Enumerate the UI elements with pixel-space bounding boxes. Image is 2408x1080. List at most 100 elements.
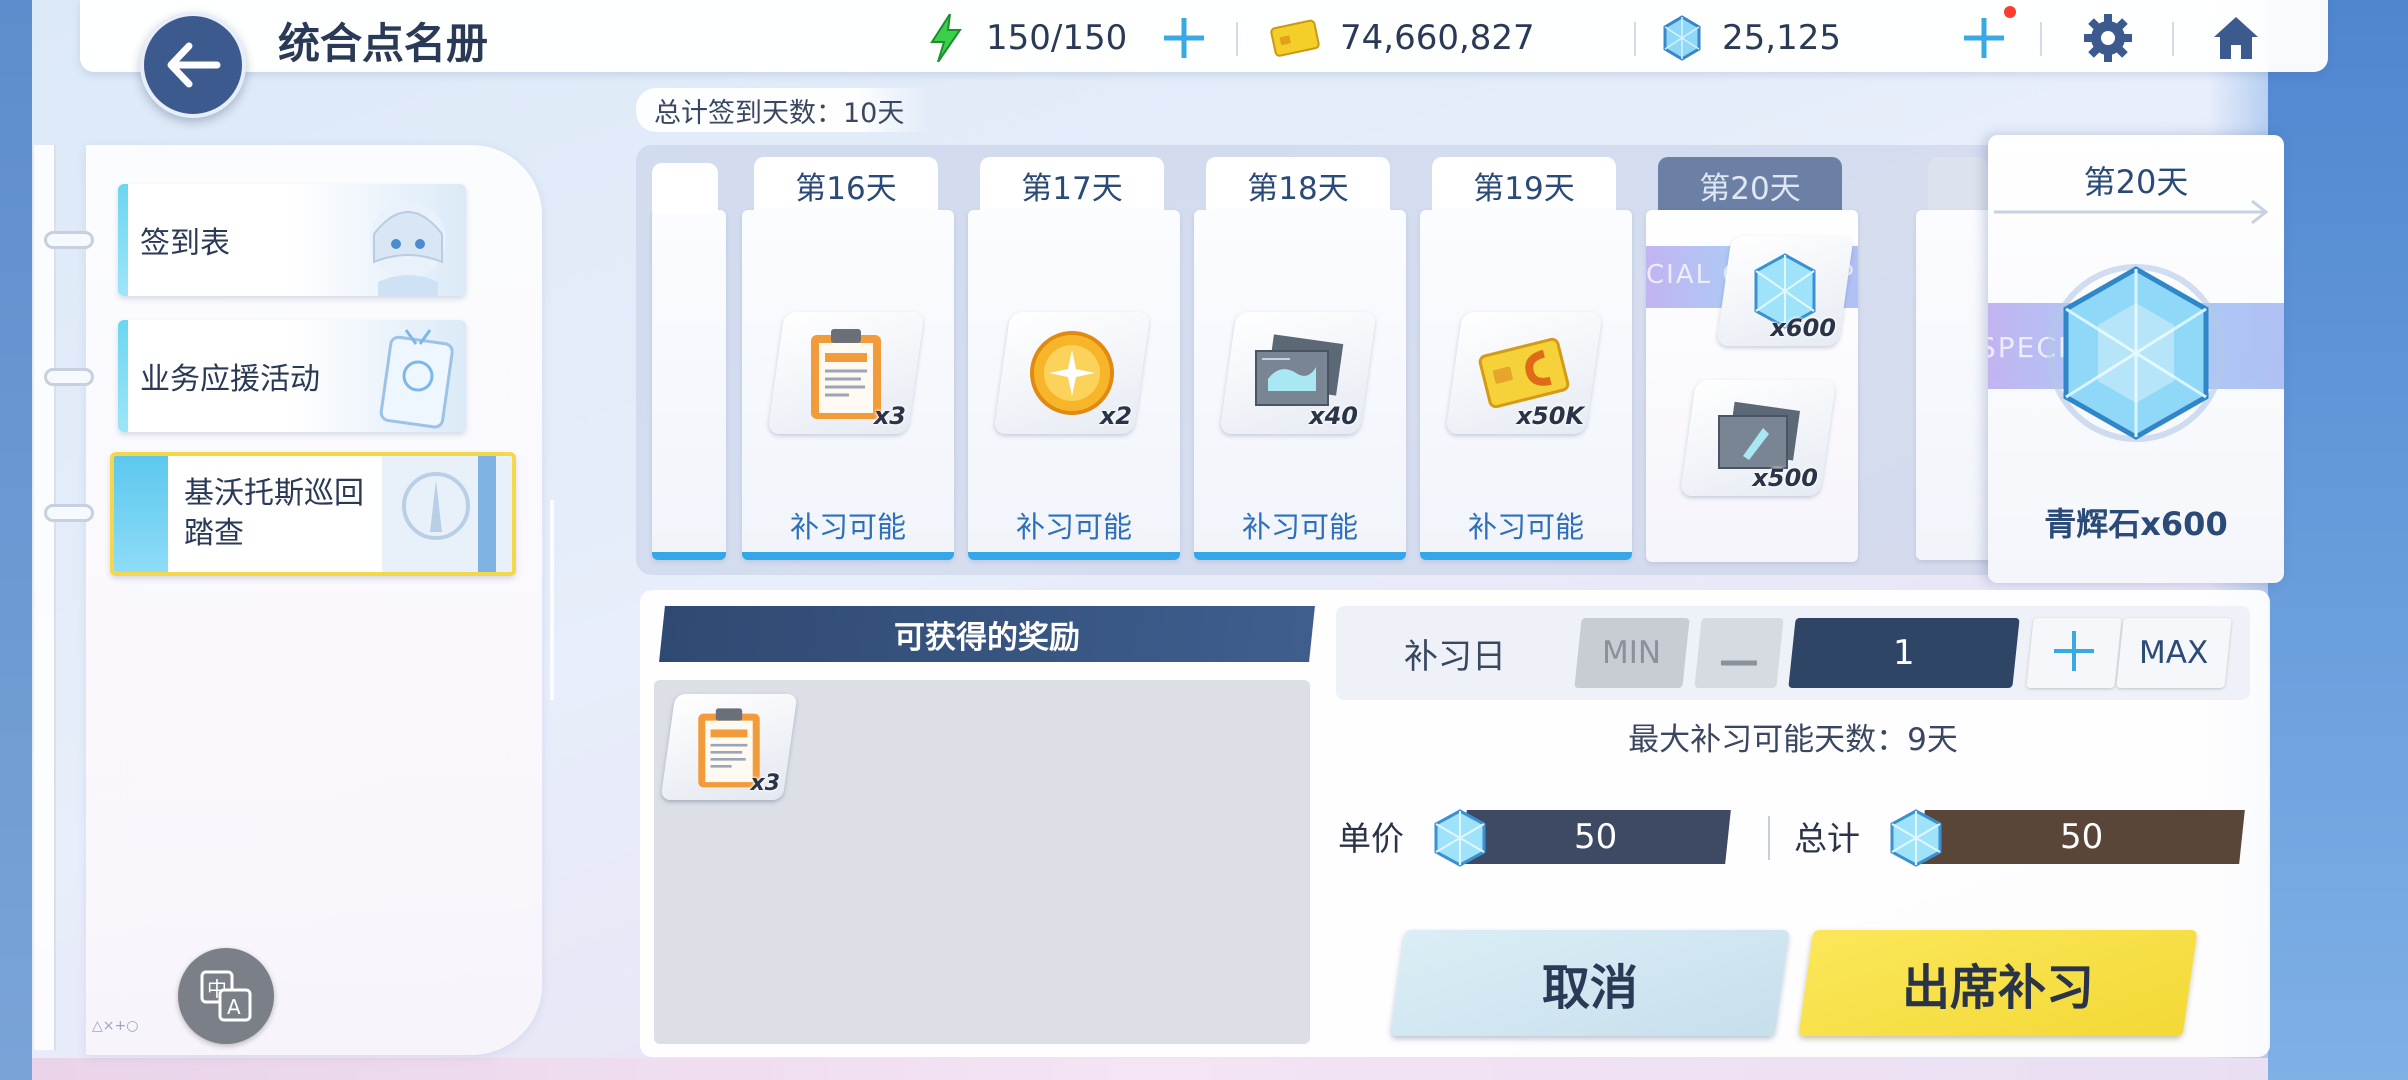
rewards-header: 可获得的奖励 xyxy=(659,606,1315,662)
attend-makeup-label: 出席补习 xyxy=(1901,960,2094,1016)
max-makeup-days: 最大补习可能天数：9天 xyxy=(1628,722,1958,758)
progress-bar xyxy=(652,552,726,560)
total-price-value: 50 xyxy=(2060,817,2104,857)
translate-button[interactable]: 中 A xyxy=(178,948,274,1044)
settings-button[interactable] xyxy=(2078,8,2138,68)
max-button[interactable]: MAX xyxy=(2116,618,2232,688)
notification-dot xyxy=(2004,6,2016,18)
day-card-partial[interactable] xyxy=(652,210,726,560)
day-card[interactable]: x50K 补习可能 xyxy=(1420,210,1632,560)
total-price-label: 总计 xyxy=(1794,819,1860,858)
ap-counter: 150/150 xyxy=(924,14,1127,62)
increment-button[interactable] xyxy=(2026,618,2122,688)
reward-quantity: x500 xyxy=(1752,464,1818,492)
reward-tile: x2 xyxy=(993,312,1151,434)
bottom-decoration xyxy=(32,1058,2268,1080)
makeup-available-label: 补习可能 xyxy=(1015,510,1132,544)
progress-bar xyxy=(968,552,1180,560)
reward-tile: x3 xyxy=(767,312,925,434)
reward-quantity: x2 xyxy=(1099,402,1132,430)
separator xyxy=(1768,816,1770,860)
credit-card-icon xyxy=(1478,337,1570,409)
mini-logo: △×+○ xyxy=(92,1018,139,1034)
plus-icon xyxy=(2054,631,2094,671)
tower-emblem-icon xyxy=(382,456,512,572)
day-tab-partial xyxy=(1928,157,1988,213)
makeup-day-value: 1 xyxy=(1893,633,1915,673)
day-tab: 第17天 xyxy=(980,157,1164,213)
day-tab: 第19天 xyxy=(1432,157,1616,213)
add-ap-button[interactable] xyxy=(1156,12,1212,64)
minus-icon xyxy=(1721,660,1757,665)
arrow-left-icon xyxy=(167,42,221,88)
day-tab: 第18天 xyxy=(1206,157,1390,213)
attendance-days-strip[interactable]: 第16天 x3 补习可能 第17天 x2 补习可能 第18天 x40 补习可能 … xyxy=(636,145,2006,575)
total-price-bar: 50 xyxy=(1919,810,2245,864)
featured-reward-name: 青辉石x600 xyxy=(2044,505,2228,543)
reward-tile: x600 xyxy=(1716,236,1854,346)
reward-tile: x40 xyxy=(1219,312,1377,434)
cancel-label: 取消 xyxy=(1541,960,1638,1016)
decrement-button[interactable] xyxy=(1694,618,1784,688)
day-card[interactable]: x2 补习可能 xyxy=(968,210,1180,560)
right-border-decoration xyxy=(2208,0,2408,1080)
home-button[interactable] xyxy=(2206,8,2266,68)
pyroxene-value: 25,125 xyxy=(1722,18,1841,58)
cancel-button[interactable]: 取消 xyxy=(1390,930,1790,1036)
day-tab: 第16天 xyxy=(754,157,938,213)
plus-icon xyxy=(1964,18,2004,58)
makeup-available-label: 补习可能 xyxy=(1467,510,1584,544)
total-attendance-days: 总计签到天数：10天 xyxy=(636,88,931,132)
credit-card-icon xyxy=(1270,16,1322,60)
progress-bar xyxy=(1194,552,1406,560)
reward-quantity: x600 xyxy=(1770,314,1836,342)
reward-quantity: x50K xyxy=(1516,402,1584,430)
gear-icon xyxy=(2084,14,2132,62)
reward-item[interactable]: x3 xyxy=(660,694,798,800)
pyroxene-gem-icon xyxy=(1890,809,1942,867)
progress-bar xyxy=(1420,552,1632,560)
left-border-decoration xyxy=(0,0,32,1080)
makeup-available-label: 补习可能 xyxy=(789,510,906,544)
credits-value: 74,660,827 xyxy=(1340,18,1535,58)
attend-makeup-button[interactable]: 出席补习 xyxy=(1798,930,2198,1036)
credits-counter: 74,660,827 xyxy=(1270,16,1535,60)
add-pyroxene-button[interactable] xyxy=(1956,12,2012,64)
back-button[interactable] xyxy=(140,12,246,118)
plus-icon xyxy=(1164,18,1204,58)
sidebar-item-support-event[interactable]: 业务应援活动 xyxy=(118,320,466,432)
unit-price-label: 单价 xyxy=(1338,819,1404,858)
binder-ring xyxy=(44,368,94,386)
makeup-day-input[interactable]: 1 xyxy=(1788,618,2020,688)
day-tab-partial xyxy=(652,163,718,213)
sidebar-item-kivotos-tour[interactable]: 基沃托斯巡回踏查 xyxy=(110,452,516,576)
page-title: 统合点名册 xyxy=(278,19,489,68)
blueprint-icon xyxy=(1255,334,1344,406)
sidebar-item-label: 业务应援活动 xyxy=(140,362,320,397)
makeup-available-label: 补习可能 xyxy=(1241,510,1358,544)
sidebar-item-attendance[interactable]: 签到表 xyxy=(118,184,466,296)
day-card-current[interactable]: CIAL GIFT · SPECIAL x600 x500 xyxy=(1646,210,1858,562)
binder-spine xyxy=(34,145,56,1050)
reward-quantity: x3 xyxy=(750,771,781,796)
rewards-title: 可获得的奖励 xyxy=(894,619,1080,656)
pyroxene-counter: 25,125 xyxy=(1660,15,1841,61)
day-card[interactable]: x40 补习可能 xyxy=(1194,210,1406,560)
featured-reward-card: 第20天 SPECIAL GIFT 青辉石x600 xyxy=(1988,135,2284,583)
lightning-icon xyxy=(924,14,968,62)
progress-bar xyxy=(742,552,954,560)
makeup-day-label: 补习日 xyxy=(1404,636,1506,677)
svg-text:A: A xyxy=(227,995,241,1019)
day-card[interactable]: x3 补习可能 xyxy=(742,210,954,560)
pyroxene-gem-icon xyxy=(1434,809,1486,867)
id-badge-icon xyxy=(379,329,454,429)
min-label: MIN xyxy=(1602,635,1662,671)
separator xyxy=(2172,22,2174,56)
pyroxene-gem-icon xyxy=(1660,15,1704,61)
min-button[interactable]: MIN xyxy=(1574,618,1690,688)
sidebar-item-label: 签到表 xyxy=(140,226,230,261)
binder-ring xyxy=(44,504,94,522)
panel-divider xyxy=(550,500,554,700)
max-label: MAX xyxy=(2139,635,2209,671)
reward-tile: x500 xyxy=(1679,380,1837,496)
